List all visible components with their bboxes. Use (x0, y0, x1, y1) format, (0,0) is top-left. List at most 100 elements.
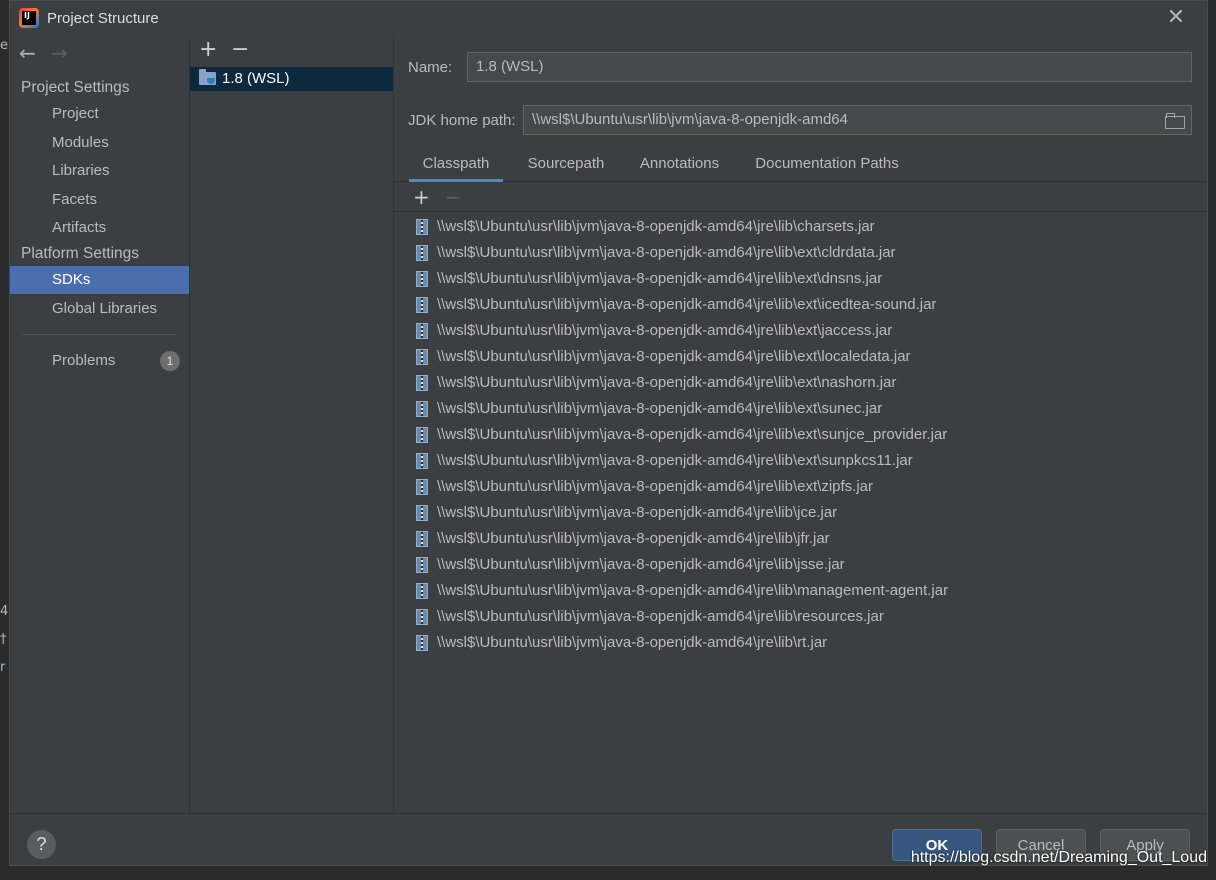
nav-divider (22, 334, 177, 335)
jar-archive-icon (416, 349, 428, 365)
jar-path: \\wsl$\Ubuntu\usr\lib\jvm\java-8-openjdk… (437, 322, 893, 339)
jar-archive-icon (416, 271, 428, 287)
list-item[interactable]: \\wsl$\Ubuntu\usr\lib\jvm\java-8-openjdk… (394, 500, 1207, 526)
problems-label: Problems (52, 352, 116, 369)
jar-path: \\wsl$\Ubuntu\usr\lib\jvm\java-8-openjdk… (437, 582, 949, 599)
jar-archive-icon (416, 401, 428, 417)
nav-item-modules[interactable]: Modules (10, 129, 189, 157)
jar-archive-icon (416, 323, 428, 339)
problems-count-badge: 1 (160, 351, 180, 371)
nav-item-project[interactable]: Project (10, 100, 189, 128)
jar-archive-icon (416, 479, 428, 495)
sdk-item-label: 1.8 (WSL) (222, 70, 290, 87)
list-item[interactable]: \\wsl$\Ubuntu\usr\lib\jvm\java-8-openjdk… (394, 526, 1207, 552)
nav-item-facets[interactable]: Facets (10, 186, 189, 214)
name-field[interactable]: 1.8 (WSL) (467, 52, 1192, 82)
back-arrow-icon[interactable]: ← (19, 41, 36, 65)
background-ide-strip (0, 0, 9, 880)
list-item[interactable]: \\wsl$\Ubuntu\usr\lib\jvm\java-8-openjdk… (394, 214, 1207, 240)
jar-archive-icon (416, 531, 428, 547)
jar-archive-icon (416, 583, 428, 599)
tab-classpath[interactable]: Classpath (409, 153, 503, 182)
list-item[interactable]: \\wsl$\Ubuntu\usr\lib\jvm\java-8-openjdk… (394, 344, 1207, 370)
jdk-folder-icon (199, 69, 216, 85)
list-item[interactable]: \\wsl$\Ubuntu\usr\lib\jvm\java-8-openjdk… (394, 370, 1207, 396)
jar-path: \\wsl$\Ubuntu\usr\lib\jvm\java-8-openjdk… (437, 426, 948, 443)
jar-path: \\wsl$\Ubuntu\usr\lib\jvm\java-8-openjdk… (437, 244, 896, 261)
nav-item-artifacts[interactable]: Artifacts (10, 214, 189, 242)
help-button[interactable]: ? (27, 830, 56, 859)
sdk-detail-panel: Name: 1.8 (WSL) JDK home path: \\wsl$\Ub… (394, 37, 1207, 813)
classpath-toolbar: + − (394, 182, 1207, 212)
jar-path: \\wsl$\Ubuntu\usr\lib\jvm\java-8-openjdk… (437, 608, 884, 625)
list-item[interactable]: \\wsl$\Ubuntu\usr\lib\jvm\java-8-openjdk… (394, 448, 1207, 474)
jar-path: \\wsl$\Ubuntu\usr\lib\jvm\java-8-openjdk… (437, 374, 897, 391)
jar-archive-icon (416, 635, 428, 651)
platform-settings-header: Platform Settings (21, 245, 140, 262)
jar-path: \\wsl$\Ubuntu\usr\lib\jvm\java-8-openjdk… (437, 478, 874, 495)
title-bar: IJ Project Structure ✕ (10, 1, 1207, 37)
background-ide-bottom (0, 866, 1216, 880)
jar-path: \\wsl$\Ubuntu\usr\lib\jvm\java-8-openjdk… (437, 556, 845, 573)
jar-path: \\wsl$\Ubuntu\usr\lib\jvm\java-8-openjdk… (437, 270, 883, 287)
window-title: Project Structure (47, 10, 159, 27)
list-item[interactable]: \\wsl$\Ubuntu\usr\lib\jvm\java-8-openjdk… (394, 396, 1207, 422)
jar-archive-icon (416, 505, 428, 521)
jar-path: \\wsl$\Ubuntu\usr\lib\jvm\java-8-openjdk… (437, 452, 913, 469)
jar-path: \\wsl$\Ubuntu\usr\lib\jvm\java-8-openjdk… (437, 400, 883, 417)
list-item[interactable]: \\wsl$\Ubuntu\usr\lib\jvm\java-8-openjdk… (394, 240, 1207, 266)
jar-archive-icon (416, 297, 428, 313)
jar-archive-icon (416, 245, 428, 261)
close-icon[interactable]: ✕ (1165, 7, 1187, 29)
list-item[interactable]: \\wsl$\Ubuntu\usr\lib\jvm\java-8-openjdk… (394, 422, 1207, 448)
remove-classpath-button[interactable]: − (445, 184, 462, 210)
tab-annotations[interactable]: Annotations (627, 153, 732, 182)
jar-archive-icon (416, 219, 428, 235)
list-item[interactable]: \\wsl$\Ubuntu\usr\lib\jvm\java-8-openjdk… (394, 578, 1207, 604)
jar-path: \\wsl$\Ubuntu\usr\lib\jvm\java-8-openjdk… (437, 296, 937, 313)
list-item[interactable]: \\wsl$\Ubuntu\usr\lib\jvm\java-8-openjdk… (394, 474, 1207, 500)
sdk-list-item[interactable]: 1.8 (WSL) (190, 67, 393, 91)
list-item[interactable]: \\wsl$\Ubuntu\usr\lib\jvm\java-8-openjdk… (394, 552, 1207, 578)
jar-archive-icon (416, 375, 428, 391)
jar-archive-icon (416, 427, 428, 443)
jar-path: \\wsl$\Ubuntu\usr\lib\jvm\java-8-openjdk… (437, 530, 830, 547)
sdk-list-panel: + − 1.8 (WSL) (190, 37, 394, 813)
list-item[interactable]: \\wsl$\Ubuntu\usr\lib\jvm\java-8-openjdk… (394, 266, 1207, 292)
jar-archive-icon (416, 557, 428, 573)
remove-sdk-button[interactable]: − (231, 39, 249, 61)
list-item[interactable]: \\wsl$\Ubuntu\usr\lib\jvm\java-8-openjdk… (394, 604, 1207, 630)
nav-item-problems[interactable]: Problems 1 (10, 347, 189, 375)
jdk-home-path-field[interactable]: \\wsl$\Ubuntu\usr\lib\jvm\java-8-openjdk… (523, 105, 1192, 135)
background-text: e (0, 38, 8, 53)
list-item[interactable]: \\wsl$\Ubuntu\usr\lib\jvm\java-8-openjdk… (394, 630, 1207, 656)
background-text: r (0, 660, 6, 675)
add-classpath-button[interactable]: + (413, 184, 430, 210)
jdk-home-path-label: JDK home path: (408, 112, 516, 129)
nav-item-sdks[interactable]: SDKs (10, 266, 189, 294)
tab-sourcepath[interactable]: Sourcepath (511, 153, 621, 182)
project-structure-dialog: IJ Project Structure ✕ ← → Project Setti… (9, 0, 1208, 866)
jar-archive-icon (416, 609, 428, 625)
background-text: 4 (0, 604, 9, 619)
tab-documentation-paths[interactable]: Documentation Paths (742, 153, 912, 182)
jar-path: \\wsl$\Ubuntu\usr\lib\jvm\java-8-openjdk… (437, 218, 875, 235)
jdk-home-path-value: \\wsl$\Ubuntu\usr\lib\jvm\java-8-openjdk… (532, 111, 848, 128)
classpath-list: \\wsl$\Ubuntu\usr\lib\jvm\java-8-openjdk… (394, 214, 1207, 656)
jar-archive-icon (416, 453, 428, 469)
forward-arrow-icon[interactable]: → (51, 41, 68, 65)
project-settings-header: Project Settings (21, 79, 130, 96)
nav-item-global-libraries[interactable]: Global Libraries (10, 295, 189, 323)
sdk-tabs: Classpath Sourcepath Annotations Documen… (394, 149, 1207, 182)
intellij-logo-icon: IJ (19, 8, 39, 28)
list-item[interactable]: \\wsl$\Ubuntu\usr\lib\jvm\java-8-openjdk… (394, 292, 1207, 318)
jar-path: \\wsl$\Ubuntu\usr\lib\jvm\java-8-openjdk… (437, 634, 828, 651)
jar-path: \\wsl$\Ubuntu\usr\lib\jvm\java-8-openjdk… (437, 348, 911, 365)
jar-path: \\wsl$\Ubuntu\usr\lib\jvm\java-8-openjdk… (437, 504, 838, 521)
browse-folder-icon[interactable] (1165, 113, 1185, 129)
name-label: Name: (408, 59, 453, 76)
add-sdk-button[interactable]: + (199, 39, 217, 61)
background-text: † (0, 632, 7, 647)
list-item[interactable]: \\wsl$\Ubuntu\usr\lib\jvm\java-8-openjdk… (394, 318, 1207, 344)
nav-item-libraries[interactable]: Libraries (10, 157, 189, 185)
